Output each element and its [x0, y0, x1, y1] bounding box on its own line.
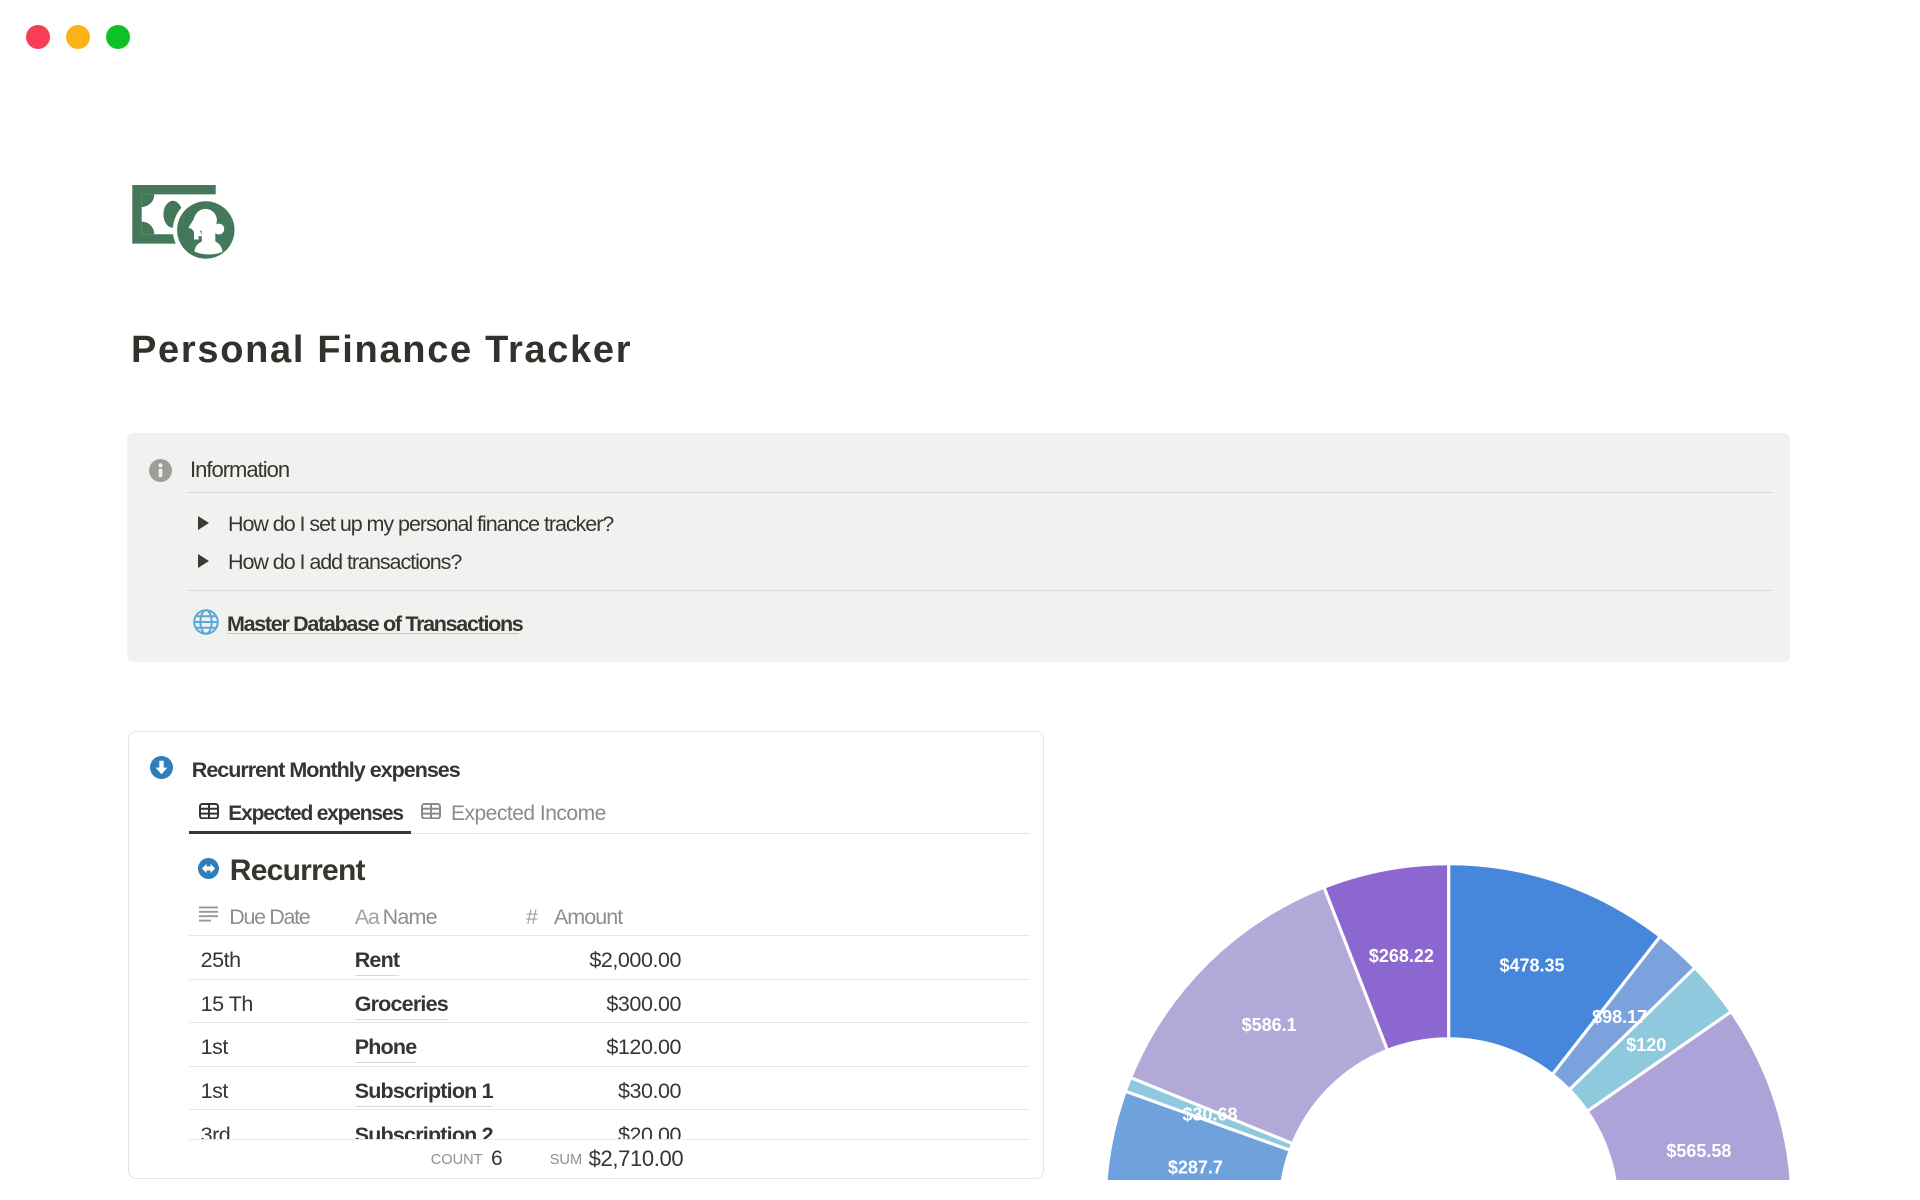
svg-text:$268.22: $268.22 [1369, 946, 1434, 966]
svg-text:$120: $120 [1626, 1035, 1666, 1055]
svg-text:$478.35: $478.35 [1499, 956, 1564, 976]
svg-text:$586.1: $586.1 [1242, 1015, 1297, 1035]
svg-text:$287.7: $287.7 [1168, 1158, 1223, 1178]
svg-text:$565.58: $565.58 [1666, 1141, 1731, 1161]
svg-text:$30.68: $30.68 [1182, 1105, 1237, 1125]
svg-text:$98.17: $98.17 [1592, 1007, 1647, 1027]
